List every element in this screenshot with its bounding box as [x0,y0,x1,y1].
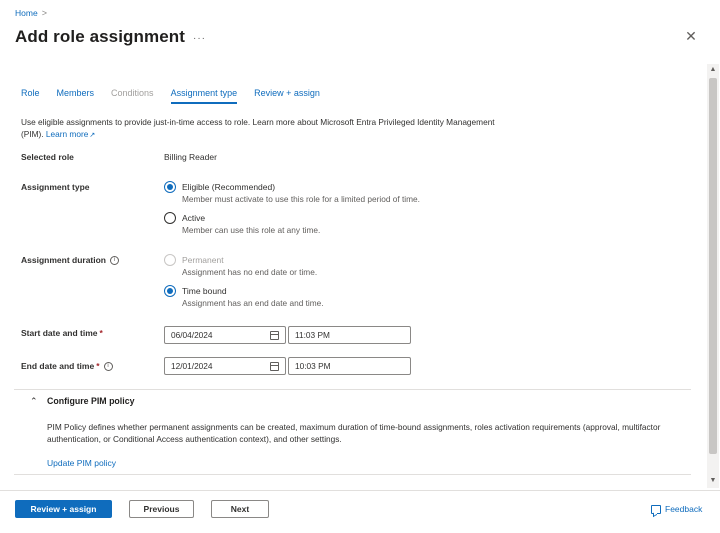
end-datetime-label: End date and time * i [21,361,113,372]
start-time-input[interactable]: 11:03 PM [288,326,411,344]
start-date-value: 06/04/2024 [171,330,213,340]
tab-role[interactable]: Role [21,88,40,102]
assignment-type-label: Assignment type [21,182,90,192]
tab-members[interactable]: Members [57,88,95,102]
next-button[interactable]: Next [211,500,269,518]
page-title: Add role assignment [15,27,186,46]
intro-text: Use eligible assignments to provide just… [21,116,511,142]
pim-policy-description: PIM Policy defines whether permanent ass… [47,422,661,444]
selected-role-label: Selected role [21,152,74,162]
tab-assignment-type[interactable]: Assignment type [170,88,237,104]
close-icon[interactable]: ✕ [683,28,699,44]
tab-conditions: Conditions [111,88,154,98]
radio-active-description: Member can use this role at any time. [182,225,321,235]
end-datetime-text: End date and time [21,361,95,371]
more-icon[interactable]: ··· [193,33,206,44]
radio-permanent-button [164,254,176,266]
required-asterisk: * [99,328,103,338]
info-icon[interactable]: i [110,256,120,266]
update-pim-policy-link[interactable]: Update PIM policy [47,458,116,468]
breadcrumb-home-link[interactable]: Home [15,8,38,18]
radio-eligible-button[interactable] [164,181,176,193]
start-datetime-label: Start date and time * [21,328,103,338]
breadcrumb: Home > [15,8,47,18]
assignment-duration-label: Assignment duration i [21,255,120,266]
radio-permanent-description: Assignment has no end date or time. [182,267,318,277]
review-assign-button[interactable]: Review + assign [15,500,112,518]
scroll-up-icon[interactable]: ▲ [707,64,719,76]
scrollbar-thumb[interactable] [709,78,717,454]
radio-time-bound-button[interactable] [164,285,176,297]
start-date-input[interactable]: 06/04/2024 [164,326,286,344]
radio-time-bound-description: Assignment has an end date and time. [182,298,324,308]
end-date-input[interactable]: 12/01/2024 [164,357,286,375]
info-icon[interactable]: i [103,362,113,372]
calendar-icon[interactable] [270,361,279,371]
end-time-input[interactable]: 10:03 PM [288,357,411,375]
breadcrumb-separator: > [41,8,47,18]
previous-button[interactable]: Previous [129,500,194,518]
tab-bar: Role Members Conditions Assignment type … [21,88,337,104]
radio-permanent-label: Permanent [182,255,224,265]
selected-role-value: Billing Reader [164,152,217,162]
radio-eligible-label: Eligible (Recommended) [182,182,276,192]
calendar-icon[interactable] [270,330,279,340]
scroll-down-icon[interactable]: ▼ [707,475,719,487]
radio-eligible[interactable]: Eligible (Recommended) Member must activ… [164,181,420,206]
radio-permanent: Permanent Assignment has no end date or … [164,254,317,279]
feedback-icon [651,504,661,514]
end-time-value: 10:03 PM [295,361,331,371]
feedback-label: Feedback [665,504,703,514]
required-asterisk: * [96,361,100,371]
tab-review-assign[interactable]: Review + assign [254,88,320,102]
external-link-icon: ↗ [89,132,96,139]
feedback-link[interactable]: Feedback [651,504,702,514]
radio-active-button[interactable] [164,212,176,224]
end-date-value: 12/01/2024 [171,361,213,371]
assignment-duration-text: Assignment duration [21,255,107,265]
start-datetime-text: Start date and time [21,328,98,338]
start-time-value: 11:03 PM [295,330,330,340]
radio-active[interactable]: Active Member can use this role at any t… [164,212,320,237]
chevron-up-icon[interactable]: ⌃ [30,396,38,407]
learn-more-link[interactable]: Learn more [46,129,88,139]
radio-active-label: Active [182,213,206,223]
radio-time-bound[interactable]: Time bound Assignment has an end date an… [164,285,324,310]
pim-policy-title[interactable]: Configure PIM policy [47,396,134,406]
radio-eligible-description: Member must activate to use this role fo… [182,194,420,204]
radio-time-bound-label: Time bound [182,286,227,296]
